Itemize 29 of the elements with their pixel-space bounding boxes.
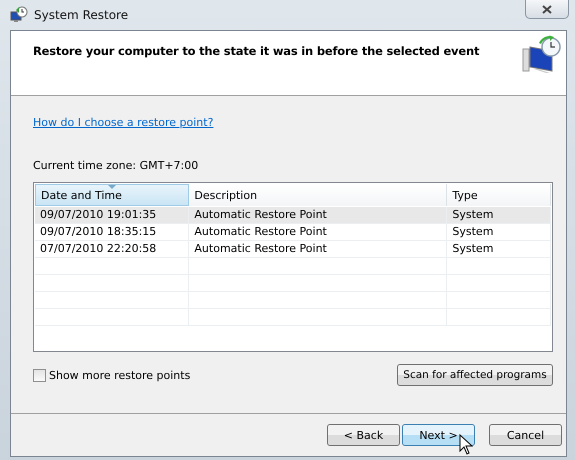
wizard-button[interactable]: Cancel (489, 424, 562, 446)
column-header[interactable]: Type (447, 184, 551, 206)
table-row[interactable]: 09/07/2010 19:01:35 Automatic Restore Point System (35, 207, 551, 224)
window-title: System Restore (34, 8, 128, 22)
sort-arrow-icon (108, 185, 116, 189)
table-row[interactable]: 09/07/2010 18:35:15 Automatic Restore Point System (35, 224, 551, 241)
column-header[interactable]: Description (189, 184, 448, 206)
checkbox[interactable] (33, 368, 46, 382)
close-icon (542, 4, 552, 14)
column-header[interactable]: Date and Time (35, 184, 190, 206)
table-cell: System (447, 224, 551, 240)
restore-icon (10, 6, 28, 24)
scan-button[interactable]: Scan for affected programs (397, 364, 553, 386)
table-row[interactable]: 07/07/2010 22:20:58 Automatic Restore Point System (35, 241, 551, 258)
mouse-cursor-icon (459, 434, 473, 455)
table-cell: Automatic Restore Point (189, 207, 448, 223)
table-cell: System (447, 207, 551, 223)
table-cell: 09/07/2010 18:35:15 (35, 224, 190, 240)
table-cell: 09/07/2010 19:01:35 (35, 207, 190, 223)
close-button[interactable] (525, 0, 569, 19)
table-cell: System (447, 241, 551, 257)
checkbox-label: Show more restore points (49, 368, 190, 382)
wizard-button[interactable]: < Back (327, 424, 400, 446)
table-cell: Automatic Restore Point (189, 224, 448, 240)
page-heading: Restore your computer to the state it was in before the selected event (33, 44, 480, 58)
table-cell: Automatic Restore Point (189, 241, 448, 257)
table-cell: 07/07/2010 22:20:58 (35, 241, 190, 257)
time-zone-label: Current time zone: GMT+7:00 (33, 159, 200, 172)
help-link[interactable]: How do I choose a restore point? (33, 116, 214, 129)
